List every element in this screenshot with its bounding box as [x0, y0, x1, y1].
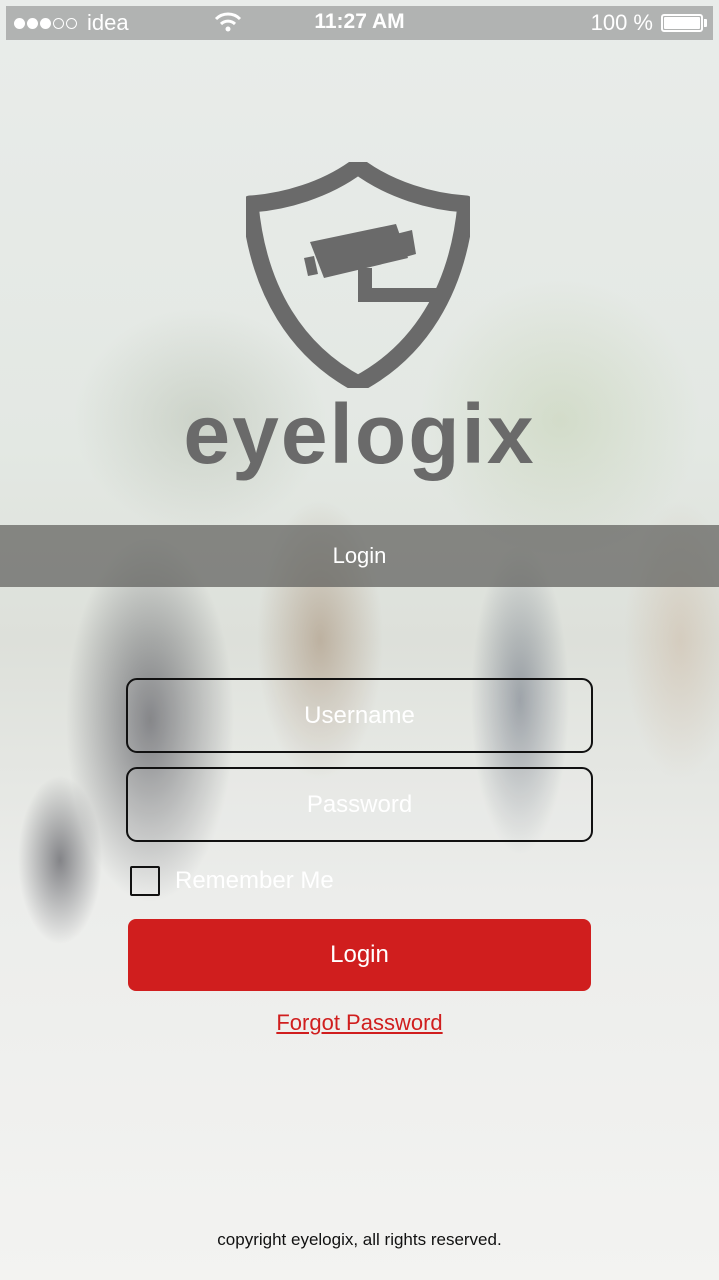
password-input[interactable]	[128, 768, 591, 841]
login-button[interactable]: Login	[128, 919, 591, 991]
battery-fill	[664, 17, 700, 29]
remember-me-row[interactable]: Remember Me	[130, 866, 334, 896]
battery-icon	[661, 14, 703, 32]
battery-percent: 100 %	[590, 10, 653, 35]
username-field[interactable]	[126, 678, 593, 753]
battery-group: 100 %	[591, 10, 707, 36]
username-input[interactable]	[128, 679, 591, 752]
copyright-text: copyright eyelogix, all rights reserved.	[217, 1230, 502, 1249]
battery-tip	[704, 19, 707, 27]
brand-wordmark: eyelogix	[183, 387, 536, 481]
forgot-password-link-row: Forgot Password	[0, 1010, 719, 1036]
remember-me-label[interactable]: Remember Me	[175, 867, 334, 895]
shield-camera-icon	[246, 162, 470, 388]
remember-me-checkbox[interactable]	[130, 866, 160, 896]
password-field[interactable]	[126, 767, 593, 842]
forgot-password-link[interactable]: Forgot Password	[276, 1010, 442, 1035]
status-bar: idea 11:27 AM 100 %	[6, 6, 713, 40]
page-title: Login	[0, 525, 719, 587]
